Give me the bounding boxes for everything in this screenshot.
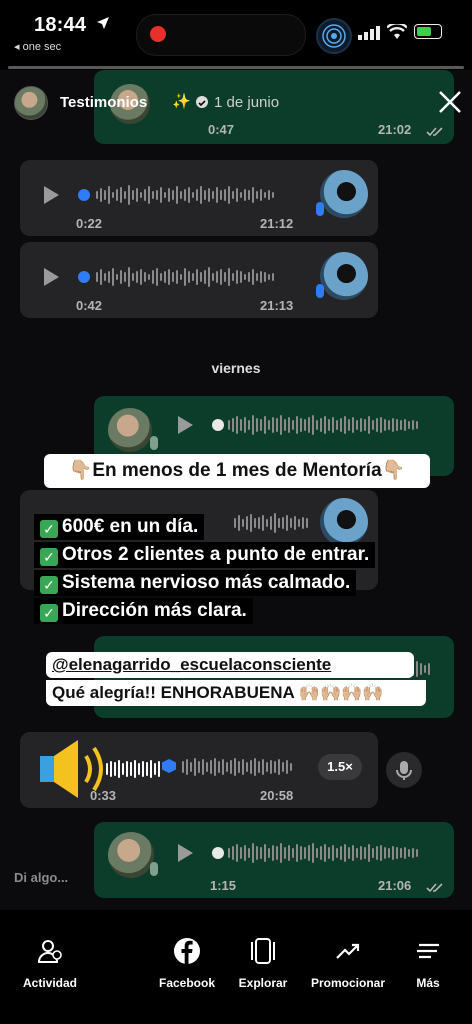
waveform [96,266,274,288]
playhead [78,189,90,201]
waveform [228,842,418,864]
message-time: 20:58 [260,788,294,803]
reply-input[interactable]: Di algo... [14,870,68,885]
facebook-label: Facebook [158,976,215,990]
message-time: 21:02 [378,122,412,137]
mic-icon [316,202,324,216]
playhead [162,759,176,773]
playhead [78,271,90,283]
location-arrow-icon [96,16,110,35]
avatar [108,408,152,452]
status-time: 18:44 [34,14,87,36]
congrats-sticker: Qué alegría!! ENHORABUENA 🙌🏼🙌🏼🙌🏼🙌🏼 [46,680,426,706]
voice-duration: 0:22 [76,216,103,231]
mic-icon [150,436,158,450]
day-separator: viernes [211,360,261,376]
account-avatar[interactable] [14,86,48,120]
facebook-icon [154,936,220,966]
check-icon: ✓ [40,576,58,594]
back-to-app-link[interactable]: ◂ one sec [14,40,61,53]
explore-button[interactable]: Explorar [232,936,294,990]
story-progress-bar [8,66,464,69]
raised-hands-emoji: 🙌🏼🙌🏼🙌🏼🙌🏼 [298,683,384,702]
check-icon: ✓ [40,604,58,622]
voice-message-outgoing: 1:15 21:06 [94,822,454,898]
play-icon[interactable] [178,844,193,862]
wifi-icon [386,22,408,45]
congrats-text: Qué alegría!! ENHORABUENA [52,683,295,702]
voice-duration: 0:42 [76,298,103,313]
battery-icon [414,24,442,39]
recording-indicator-icon [150,26,166,42]
mic-icon [150,862,158,876]
bottom-action-bar: Actividad Facebook Explorar Promocionar … [0,910,472,1024]
double-check-icon [426,880,444,898]
more-label: Más [416,976,440,990]
waveform [228,414,418,436]
sparkles-emoji: ✨ [172,93,191,110]
voice-duration: 1:15 [210,878,237,893]
promote-label: Promocionar [310,976,385,990]
pointing-down-emoji-left: 👇🏼 [68,460,93,481]
checklist-sticker: ✓ 600€ en un día. ✓ Otros 2 clientes a pun… [34,514,376,624]
promote-button[interactable]: Promocionar [306,936,390,990]
checklist-item: ✓ 600€ en un día. [34,514,205,540]
voice-message-incoming: 0:42 21:13 [20,242,378,318]
checklist-item: ✓ Sistema nervioso más calmado. [34,570,357,596]
play-icon[interactable] [44,186,59,204]
message-time: 21:13 [260,298,294,313]
voice-message-incoming: 0:22 21:12 [20,160,378,236]
playback-speed-button[interactable]: 1.5× [318,754,362,780]
menu-icon [406,936,450,966]
cellular-signal-icon [358,26,380,45]
checklist-item: ✓ Dirección más clara. [34,598,253,624]
play-icon[interactable] [178,416,193,434]
speaker-sticker-icon [38,738,110,805]
avatar [320,170,368,218]
headline-sticker: 👇🏼En menos de 1 mes de Mentoría👇🏼 [44,454,430,488]
waveform [106,758,160,780]
message-time: 21:06 [378,878,412,893]
waveform [96,184,274,206]
explore-icon [232,936,294,966]
play-icon[interactable] [44,268,59,286]
story-date: 1 de junio [214,94,280,111]
pointing-down-emoji-right: 👇🏼 [381,460,406,481]
headline-text: En menos de 1 mes de Mentoría [92,460,382,481]
message-time: 21:12 [260,216,294,231]
double-check-icon [426,124,444,142]
verified-badge-icon [196,96,208,108]
activity-icon [14,936,86,966]
activity-button[interactable]: Actividad [14,936,86,990]
mention-sticker: @elenagarrido_escuelaconsciente [46,652,414,678]
check-icon: ✓ [40,548,58,566]
more-button[interactable]: Más [406,936,450,990]
playhead [212,419,224,431]
trending-up-icon [306,936,390,966]
avatar [320,252,368,300]
account-name[interactable]: Testimonios [60,94,147,111]
activity-label: Actividad [22,976,77,990]
voice-duration: 0:47 [208,122,235,137]
mention-link[interactable]: @elenagarrido_escuelaconsciente [52,654,408,676]
playhead [212,847,224,859]
checklist-item: ✓ Otros 2 clientes a punto de entrar. [34,542,376,568]
mic-icon [316,284,324,298]
airdrop-icon [316,18,352,54]
facebook-button[interactable]: Facebook [154,936,220,990]
mic-button[interactable] [386,752,422,788]
explore-label: Explorar [238,976,288,990]
avatar [108,832,154,878]
check-icon: ✓ [40,520,58,538]
close-icon[interactable] [436,88,464,116]
waveform [182,756,292,778]
